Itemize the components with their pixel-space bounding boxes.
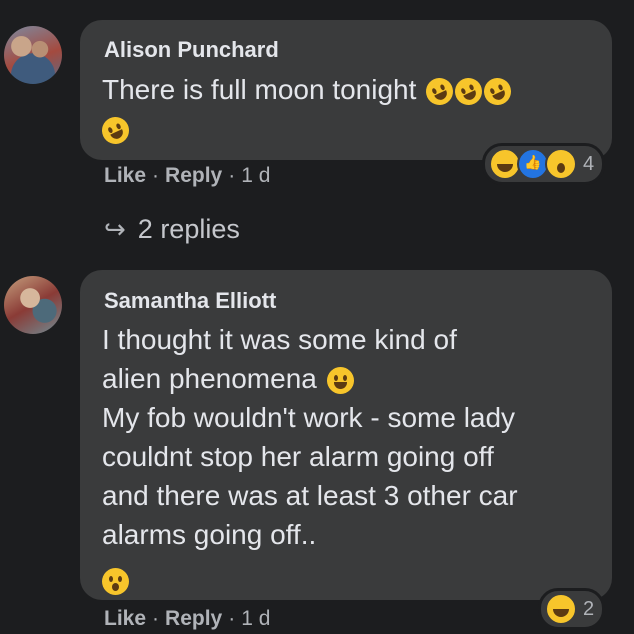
like-button[interactable]: Like [104,164,146,187]
laughing-emoji-icon [479,73,516,110]
comment-text: There is full moon tonight [97,70,602,149]
laughing-emoji-icon [421,73,458,110]
comment-text-line: My fob wouldn't work - some lady [102,402,516,433]
comment-text-line: and there was at least 3 other car [102,480,518,511]
comment-author-name[interactable]: Samantha Elliott [104,288,276,314]
comment-text-line: alarms going off.. [102,519,317,550]
haha-reaction-icon [545,593,577,625]
laughing-emoji-icon [97,112,134,149]
comment-actions: Like · Reply · 1 d [104,164,271,187]
comment-author-name[interactable]: Alison Punchard [104,37,279,63]
avatar-samantha-elliott[interactable] [4,276,62,334]
reply-button[interactable]: Reply [165,164,222,187]
grinning-squint-emoji-icon [326,367,354,395]
comment-text-line: couldnt stop her alarm going off [102,441,494,472]
reaction-count: 4 [583,152,595,175]
view-replies-link[interactable]: ↪ 2 replies [104,214,240,245]
comment-bubble-1: Alison Punchard There is full moon tonig… [80,20,612,160]
comment-text: I thought it was some kind of alien phen… [102,320,602,599]
comment-text-line: I thought it was some kind of [102,324,457,355]
reply-button[interactable]: Reply [165,607,222,630]
comment-bubble-2: Samantha Elliott I thought it was some k… [80,270,612,600]
comment-text-line: There is full moon tonight [102,74,417,105]
like-button[interactable]: Like [104,607,146,630]
reaction-summary[interactable]: 4 [482,143,606,185]
flushed-emoji-icon [102,568,129,596]
comment-actions: Like · Reply · 1 d [104,607,271,630]
comment-text-line: alien phenomena [102,363,317,394]
reaction-summary[interactable]: 2 [538,588,606,630]
comment-timestamp[interactable]: 1 d [241,164,270,187]
wow-reaction-icon [545,148,577,180]
laughing-emoji-icon [450,73,487,110]
avatar-alison-punchard[interactable] [4,26,62,84]
reaction-count: 2 [583,597,595,620]
comment-timestamp[interactable]: 1 d [241,607,270,630]
replies-count-label: 2 replies [137,214,240,244]
reply-arrow-icon: ↪ [104,214,126,244]
